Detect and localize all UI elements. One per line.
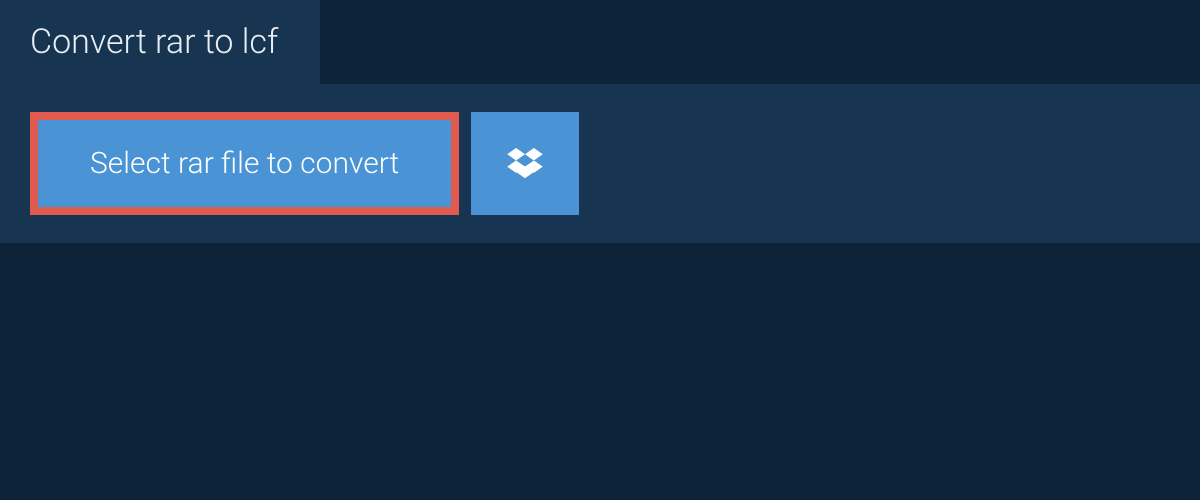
dropbox-icon <box>507 148 543 180</box>
upload-panel: Select rar file to convert <box>0 84 1200 243</box>
page-title-tab: Convert rar to lcf <box>0 0 320 84</box>
dropbox-button[interactable] <box>471 112 579 215</box>
select-file-button[interactable]: Select rar file to convert <box>30 112 459 215</box>
upload-row: Select rar file to convert <box>30 112 1170 215</box>
select-file-label: Select rar file to convert <box>90 146 399 181</box>
page-title: Convert rar to lcf <box>30 22 278 62</box>
